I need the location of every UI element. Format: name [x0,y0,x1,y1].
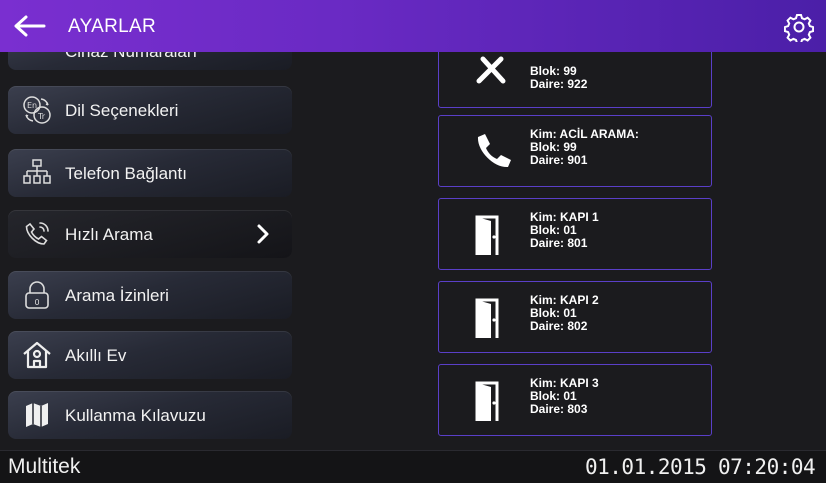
menu-item-label: Dil Seçenekleri [65,101,179,120]
menu-item-device-numbers[interactable]: Cihaz Numaraları [8,52,292,70]
menu-item-label: Hızlı Arama [65,225,153,244]
smart-home-icon [23,341,51,369]
network-icon [23,159,51,184]
menu-item-phone-connection[interactable]: Telefon Bağlantı [8,149,292,197]
gear-icon[interactable] [784,12,814,42]
settings-menu: Cihaz Numaraları En Tr Dil Seçenekleri T… [0,52,300,450]
menu-item-smart-home[interactable]: Akıllı Ev [8,331,292,379]
phone-ring-icon [25,222,49,245]
door-icon [475,381,499,421]
contact-card[interactable]: Kim: ACİL ARAMA: Blok: 99 Daire: 901 [438,115,712,187]
tools-icon [476,56,506,84]
menu-item-user-guide[interactable]: Kullanma Kılavuzu [8,391,292,439]
door-icon [475,298,499,338]
contact-card[interactable]: Kim: KAPI 1 Blok: 01 Daire: 801 [438,198,712,270]
phone-icon [477,134,511,168]
language-icon: En Tr [23,96,51,124]
menu-item-label: Cihaz Numaraları [65,52,197,62]
contact-card[interactable]: Blok: 99 Daire: 922 [438,52,712,108]
chevron-right-icon [257,224,269,244]
svg-text:0: 0 [35,298,40,307]
contact-apartment: Daire: 922 [530,77,588,91]
contact-card[interactable]: Kim: KAPI 3 Blok: 01 Daire: 803 [438,364,712,436]
back-arrow-icon[interactable] [12,14,46,38]
menu-item-language[interactable]: En Tr Dil Seçenekleri [8,86,292,134]
menu-item-label: Akıllı Ev [65,346,127,365]
top-bar: AYARLAR [0,0,826,52]
menu-item-call-permissions[interactable]: 0 Arama İzinleri [8,271,292,319]
menu-item-speed-dial[interactable]: Hızlı Arama [8,210,292,258]
contact-apartment: Daire: 901 [530,153,588,167]
speed-dial-list: Blok: 99 Daire: 922 Kim: ACİL ARAMA: Blo… [300,52,826,450]
contact-card[interactable]: Kim: KAPI 2 Blok: 01 Daire: 802 [438,281,712,353]
contact-apartment: Daire: 801 [530,236,588,250]
contact-apartment: Daire: 803 [530,402,588,416]
menu-item-label: Arama İzinleri [65,286,169,305]
door-icon [475,215,499,255]
page-title: AYARLAR [68,16,156,37]
brand-label: Multitek [8,455,81,478]
time-display: 07:20:04 [718,455,816,479]
menu-item-label: Telefon Bağlantı [65,164,187,183]
status-bar: Multitek 01.01.2015 07:20:04 [0,450,826,483]
lock-icon: 0 [25,281,49,309]
menu-item-label: Kullanma Kılavuzu [65,406,206,425]
svg-text:Tr: Tr [37,112,46,121]
date-display: 01.01.2015 [585,455,707,479]
svg-text:En: En [27,101,37,110]
contact-apartment: Daire: 802 [530,319,588,333]
map-icon [26,403,48,427]
grid-icon [22,52,52,72]
